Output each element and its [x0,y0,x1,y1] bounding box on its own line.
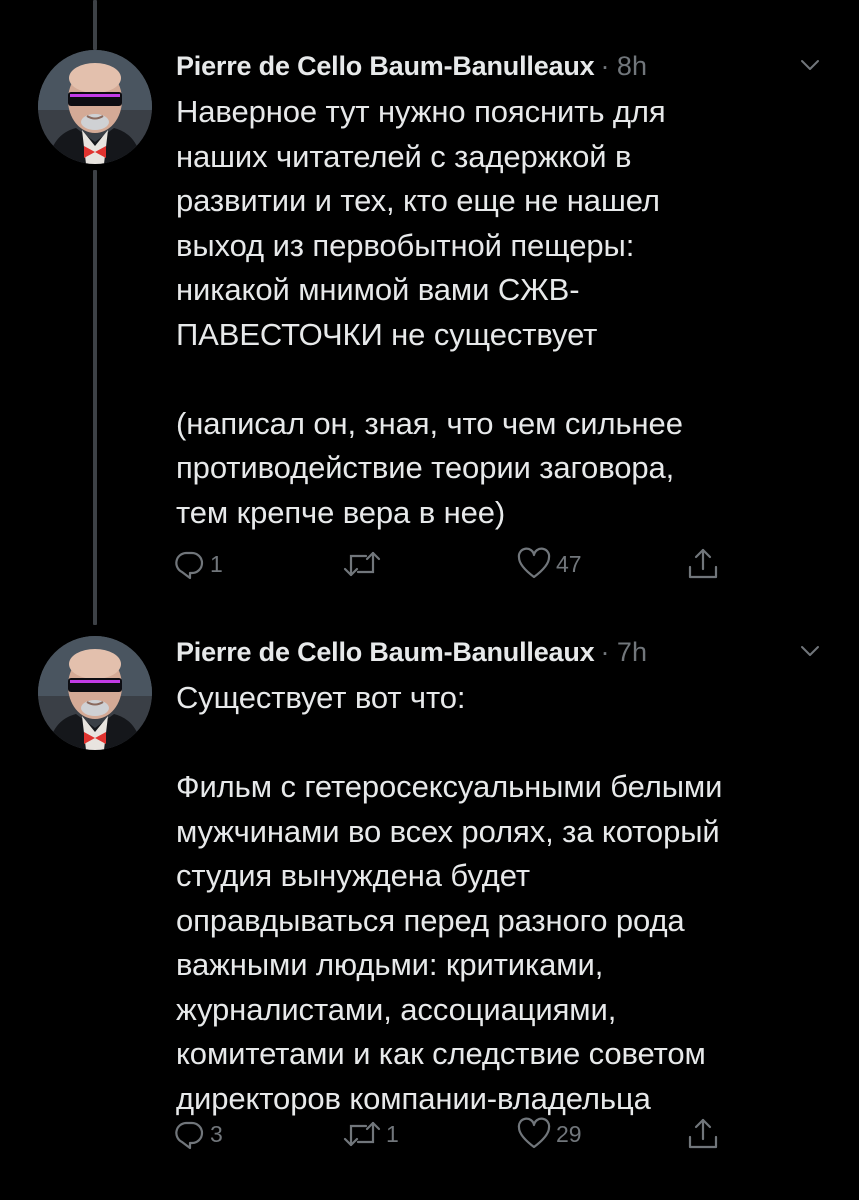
retweet-icon [343,551,381,577]
avatar[interactable] [38,636,152,750]
tweet-actions: 1 47 [172,544,752,584]
avatar[interactable] [38,50,152,164]
reply-icon [175,551,204,580]
tweet-timestamp[interactable]: · 8h [600,51,647,82]
tweet-timestamp[interactable]: · 7h [600,637,647,668]
share-icon [688,548,718,579]
tweet-text: Наверное тут нужно пояснить для наших чи… [176,94,683,530]
like-count: 29 [556,1120,582,1147]
chevron-down-icon[interactable] [800,58,820,72]
reply-icon [175,1121,204,1150]
retweet-button[interactable]: 1 [342,1114,399,1154]
reply-button[interactable]: 3 [172,1114,223,1154]
like-button[interactable]: 29 [516,1114,582,1154]
author-name[interactable]: Pierre de Cello Baum-Banulleaux [176,51,595,82]
chevron-down-icon[interactable] [800,644,820,658]
tweet-text: Существует вот что: Фильм с гетеросексуа… [176,680,723,1116]
share-icon [688,1118,718,1149]
tweet-header: Pierre de Cello Baum-Banulleaux · 7h [176,630,647,674]
heart-icon [517,1117,551,1149]
tweet-actions: 3 1 29 [172,1114,752,1154]
thread-line [93,170,97,625]
thread-line-top [93,0,97,50]
retweet-count: 1 [386,1120,399,1147]
retweet-icon [343,1121,381,1147]
reply-button[interactable]: 1 [172,544,223,584]
share-button[interactable] [686,1114,720,1154]
reply-count: 1 [210,550,223,577]
reply-count: 3 [210,1120,223,1147]
author-name[interactable]: Pierre de Cello Baum-Banulleaux [176,637,595,668]
like-count: 47 [556,550,582,577]
tweet-header: Pierre de Cello Baum-Banulleaux · 8h [176,44,647,88]
like-button[interactable]: 47 [516,544,582,584]
heart-icon [517,547,551,579]
retweet-button[interactable] [342,544,386,584]
share-button[interactable] [686,544,720,584]
